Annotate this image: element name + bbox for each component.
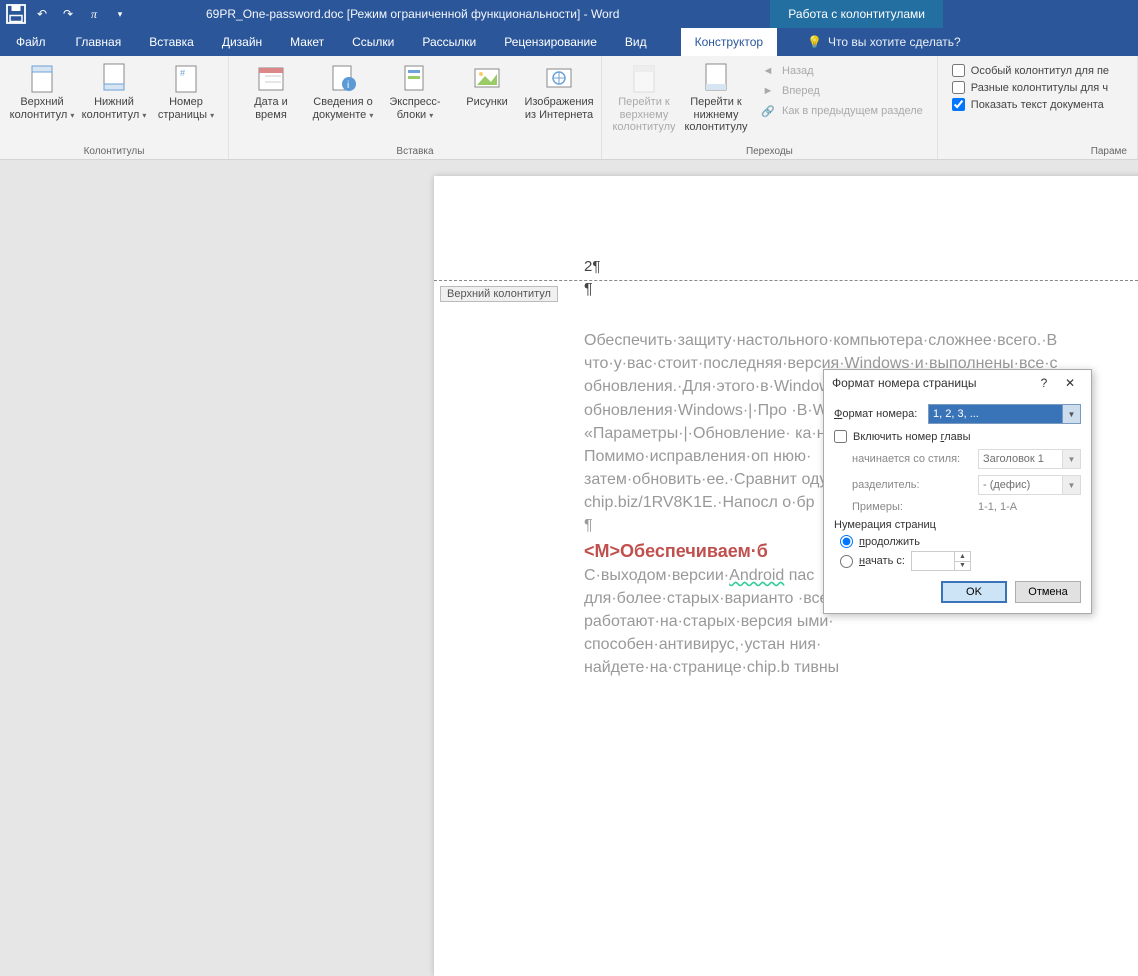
ribbon-group-insert: Дата и время i Сведения о документе ▾ Эк… <box>229 56 602 159</box>
different-odd-even-checkbox[interactable]: Разные колонтитулы для ч <box>952 81 1109 94</box>
ok-button[interactable]: OK <box>941 581 1007 603</box>
nav-back-button: ◄ Назад <box>758 62 925 80</box>
goto-footer-button[interactable]: Перейти к нижнему колонтитулу <box>680 58 752 138</box>
show-document-text-checkbox[interactable]: Показать текст документа <box>952 98 1109 111</box>
calendar-icon <box>255 62 287 94</box>
page-number-button[interactable]: # Номер страницы ▾ <box>150 58 222 125</box>
group-label-insert: Вставка <box>235 146 595 159</box>
tab-design[interactable]: Дизайн <box>208 28 276 56</box>
page-number-icon: # <box>170 62 202 94</box>
redo-button[interactable]: ↷ <box>56 2 80 26</box>
quick-parts-icon <box>399 62 431 94</box>
continue-radio[interactable]: продолжить <box>840 535 1081 548</box>
online-pictures-button[interactable]: Изображения из Интернета <box>523 58 595 125</box>
header-button[interactable]: Верхний колонтитул ▾ <box>6 58 78 125</box>
chapter-style-combo[interactable]: Заголовок 1 ▼ <box>978 449 1081 469</box>
ribbon-group-options: Особый колонтитул для пе Разные колонтит… <box>938 56 1138 159</box>
tab-references[interactable]: Ссылки <box>338 28 408 56</box>
undo-button[interactable]: ↶ <box>30 2 54 26</box>
tell-me-placeholder: Что вы хотите сделать? <box>828 35 961 49</box>
goto-header-icon <box>628 62 660 94</box>
body-line: найдете·на·странице·chip.b тивны <box>584 656 1138 679</box>
cancel-button[interactable]: Отмена <box>1015 581 1081 603</box>
quick-parts-button[interactable]: Экспресс-блоки ▾ <box>379 58 451 125</box>
title-bar: ↶ ↷ π ▾ 69PR_One-password.doc [Режим огр… <box>0 0 1138 28</box>
tell-me-search[interactable]: 💡 Что вы хотите сделать? <box>807 28 961 56</box>
page-numbering-label: Нумерация страниц <box>834 519 1081 531</box>
chevron-down-icon: ▼ <box>1062 450 1080 468</box>
group-label-navigation: Переходы <box>608 146 931 159</box>
picture-icon <box>471 62 503 94</box>
header-separator <box>434 280 1138 281</box>
tab-header-footer-design[interactable]: Конструктор <box>681 28 777 56</box>
equation-button[interactable]: π <box>82 2 106 26</box>
chevron-down-icon: ▼ <box>1062 476 1080 494</box>
page-number-format-dialog: Формат номера страницы ? ✕ Формат номера… <box>823 369 1092 614</box>
document-info-button[interactable]: i Сведения о документе ▾ <box>307 58 379 125</box>
tab-file[interactable]: Файл <box>0 28 62 56</box>
window-title: 69PR_One-password.doc [Режим ограниченно… <box>206 7 619 21</box>
dialog-title-text: Формат номера страницы <box>832 376 977 390</box>
header-pilcrow: ¶ <box>584 278 1138 301</box>
dialog-help-button[interactable]: ? <box>1031 371 1057 395</box>
examples-value: 1-1, 1-A <box>978 501 1017 513</box>
dialog-titlebar[interactable]: Формат номера страницы ? ✕ <box>824 370 1091 396</box>
link-to-previous-button: 🔗 Как в предыдущем разделе <box>758 102 925 120</box>
header-icon <box>26 62 58 94</box>
dialog-close-button[interactable]: ✕ <box>1057 371 1083 395</box>
start-at-spinner[interactable]: ▲▼ <box>911 551 971 571</box>
date-time-button[interactable]: Дата и время <box>235 58 307 125</box>
tab-review[interactable]: Рецензирование <box>490 28 611 56</box>
nav-forward-button: ► Вперед <box>758 82 925 100</box>
doc-info-icon: i <box>327 62 359 94</box>
bulb-icon: 💡 <box>807 35 822 49</box>
nav-back-icon: ◄ <box>760 63 776 79</box>
goto-footer-icon <box>700 62 732 94</box>
spin-up-icon[interactable]: ▲ <box>955 552 970 562</box>
starts-with-style-label: начинается со стиля: <box>852 453 972 465</box>
number-format-label: Формат номера: <box>834 408 922 420</box>
svg-text:#: # <box>180 68 185 78</box>
body-line: способен·антивирус,·устан ния· <box>584 633 1138 656</box>
tab-layout[interactable]: Макет <box>276 28 338 56</box>
different-first-page-checkbox[interactable]: Особый колонтитул для пе <box>952 64 1109 77</box>
pictures-button[interactable]: Рисунки <box>451 58 523 113</box>
spin-down-icon[interactable]: ▼ <box>955 562 970 571</box>
footer-icon <box>98 62 130 94</box>
nav-forward-icon: ► <box>760 83 776 99</box>
start-at-radio[interactable]: начать с: ▲▼ <box>840 551 1081 571</box>
link-previous-icon: 🔗 <box>760 103 776 119</box>
ribbon-group-headers: Верхний колонтитул ▾ Нижний колонтитул ▾… <box>0 56 229 159</box>
footer-button[interactable]: Нижний колонтитул ▾ <box>78 58 150 125</box>
separator-combo[interactable]: - (дефис) ▼ <box>978 475 1081 495</box>
body-line: Обеспечить·защиту·настольного·компьютера… <box>584 329 1138 352</box>
tab-view[interactable]: Вид <box>611 28 661 56</box>
separator-label: разделитель: <box>852 479 972 491</box>
qat-customize-button[interactable]: ▾ <box>108 2 132 26</box>
tab-mailings[interactable]: Рассылки <box>408 28 490 56</box>
quick-access-toolbar: ↶ ↷ π ▾ <box>0 2 136 26</box>
number-format-combo[interactable]: 1, 2, 3, ... ▼ <box>928 404 1081 424</box>
chevron-down-icon: ▼ <box>1062 405 1080 423</box>
ribbon-tabs: Файл Главная Вставка Дизайн Макет Ссылки… <box>0 28 1138 56</box>
ribbon-group-navigation: Перейти к верхнему колонтитулу Перейти к… <box>602 56 938 159</box>
contextual-tab-title: Работа с колонтитулами <box>770 0 943 28</box>
group-label-headers: Колонтитулы <box>6 146 222 159</box>
online-pictures-icon <box>543 62 575 94</box>
group-label-options: Параме <box>944 146 1131 159</box>
include-chapter-checkbox[interactable]: Включить номер главы <box>834 430 1081 443</box>
save-button[interactable] <box>4 2 28 26</box>
ribbon: Верхний колонтитул ▾ Нижний колонтитул ▾… <box>0 56 1138 160</box>
examples-label: Примеры: <box>852 501 972 513</box>
tab-home[interactable]: Главная <box>62 28 136 56</box>
goto-header-button: Перейти к верхнему колонтитулу <box>608 58 680 138</box>
tab-insert[interactable]: Вставка <box>135 28 208 56</box>
header-page-number: 2¶ <box>584 256 1138 278</box>
header-tag-label: Верхний колонтитул <box>440 286 558 302</box>
svg-text:i: i <box>347 80 349 91</box>
